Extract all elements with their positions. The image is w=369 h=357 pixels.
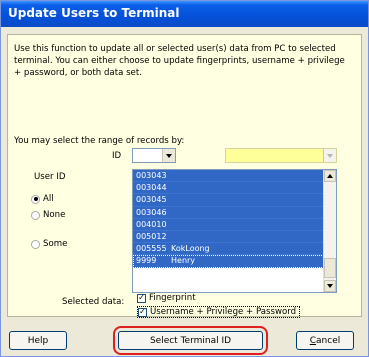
chevron-down-icon: [327, 284, 333, 288]
fingerprint-checkbox-row[interactable]: ✓ Fingerprint: [137, 293, 196, 303]
radio-none-label: None: [43, 210, 66, 220]
list-item[interactable]: 005555 KokLoong: [133, 243, 324, 256]
user-id: 005012: [136, 231, 167, 241]
user-name: Henry: [171, 256, 196, 266]
range-value-select: [225, 148, 337, 163]
username-label: Username + Privilege + Password: [150, 307, 297, 317]
list-item[interactable]: 003043: [133, 170, 324, 183]
cancel-button[interactable]: Cancel: [296, 331, 354, 350]
help-button[interactable]: Help: [9, 331, 67, 350]
user-id: 003046: [136, 207, 167, 217]
username-checkbox[interactable]: ✓: [138, 307, 147, 317]
window-title: Update Users to Terminal: [1, 1, 368, 27]
list-item[interactable]: 9999 Henry: [133, 255, 324, 268]
range-label: You may select the range of records by:: [14, 136, 185, 146]
user-id: 9999: [136, 256, 157, 266]
radio-all[interactable]: All: [31, 194, 54, 204]
list-item[interactable]: 004010: [133, 218, 324, 231]
scroll-up-button[interactable]: [324, 170, 336, 182]
select-terminal-id-button[interactable]: Select Terminal ID: [113, 326, 268, 355]
radio-selected-dot: [33, 197, 38, 201]
cancel-label: ancel: [316, 335, 341, 346]
list-item[interactable]: 003044: [133, 182, 324, 195]
selected-data-label: Selected data:: [62, 297, 125, 307]
scroll-down-button[interactable]: [324, 280, 336, 292]
user-list: 003043 003044 003045 003046 004010 00501…: [133, 170, 324, 268]
user-id: 005555: [136, 244, 167, 254]
chevron-down-icon: [327, 153, 333, 158]
range-field-select[interactable]: [132, 148, 176, 163]
radio-some-circle[interactable]: [31, 239, 40, 249]
radio-all-label: All: [43, 194, 54, 204]
chevron-up-icon: [327, 174, 333, 178]
user-id: 003044: [136, 183, 167, 193]
range-value-dropdown-button: [323, 149, 336, 162]
radio-some[interactable]: Some: [31, 239, 67, 249]
description-text: Use this function to update all or selec…: [14, 44, 345, 78]
chevron-down-icon: [166, 153, 172, 158]
radio-none-circle[interactable]: [31, 210, 40, 220]
scroll-thumb[interactable]: [324, 258, 336, 278]
user-listbox[interactable]: 003043 003044 003045 003046 004010 00501…: [132, 169, 337, 293]
dialog-content: Use this function to update all or selec…: [7, 34, 362, 318]
userid-label: User ID: [34, 172, 66, 182]
fingerprint-checkbox[interactable]: ✓: [137, 293, 146, 303]
radio-none[interactable]: None: [31, 210, 65, 220]
radio-some-label: Some: [43, 239, 68, 249]
id-label: ID: [112, 151, 122, 161]
range-field-dropdown-button[interactable]: [162, 149, 175, 162]
fingerprint-label: Fingerprint: [149, 293, 196, 303]
listbox-scrollbar[interactable]: [323, 170, 336, 292]
user-id: 003043: [136, 171, 167, 180]
list-item[interactable]: 003046: [133, 206, 324, 219]
user-id: 004010: [136, 219, 167, 229]
list-item[interactable]: 005012: [133, 230, 324, 244]
radio-all-circle[interactable]: [31, 194, 40, 204]
update-users-dialog: Update Users to Terminal Use this functi…: [0, 0, 369, 357]
user-name: KokLoong: [171, 244, 210, 254]
user-id: 003045: [136, 195, 167, 205]
list-item[interactable]: 003045: [133, 194, 324, 207]
username-checkbox-row[interactable]: ✓ Username + Privilege + Password: [137, 306, 301, 318]
